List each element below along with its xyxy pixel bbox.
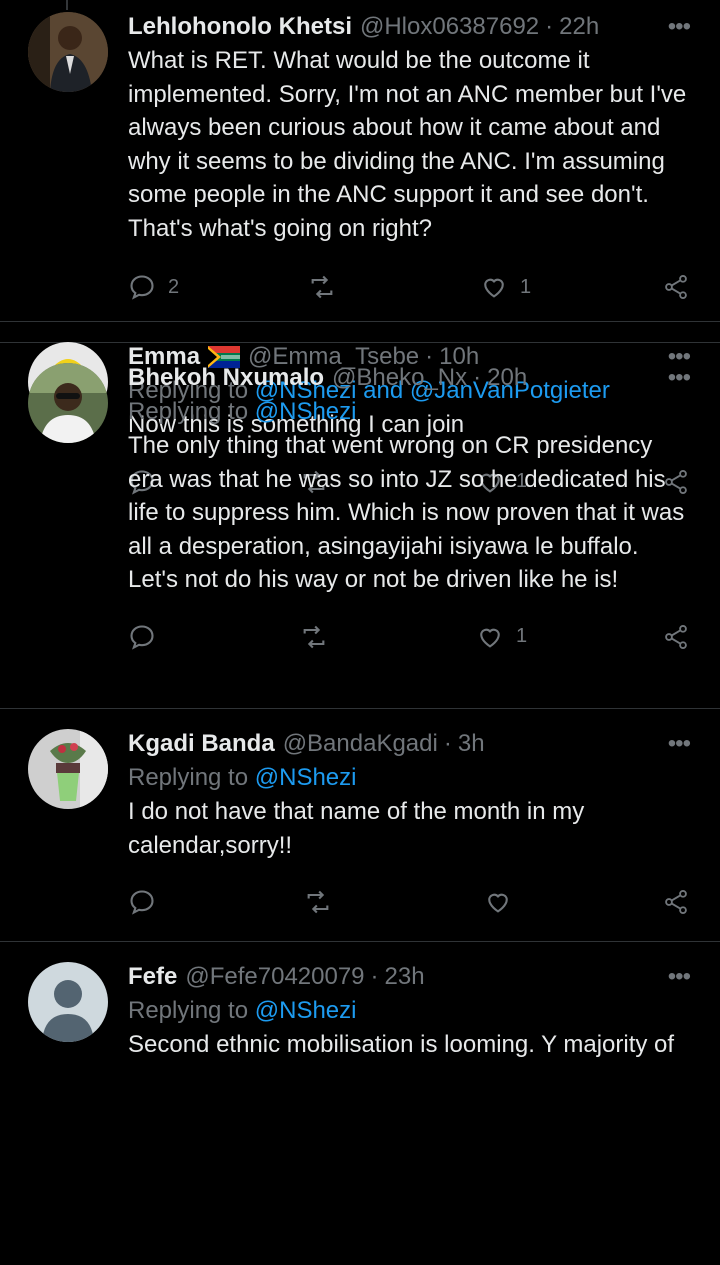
avatar[interactable] [28, 962, 108, 1042]
tweet[interactable]: Fefe @Fefe70420079 · 23h ••• Replying to… [0, 942, 720, 1086]
tweet[interactable]: Kgadi Banda @BandaKgadi · 3h ••• Replyin… [0, 709, 720, 942]
default-avatar-icon [28, 962, 108, 1042]
reply-button[interactable] [128, 888, 156, 916]
replying-to: Replying to @NShezi [128, 996, 692, 1026]
like-button[interactable]: 1 [476, 623, 527, 651]
retweet-button[interactable] [300, 623, 328, 651]
tweet-text: The only thing that went wrong on CR pre… [128, 432, 685, 593]
like-button[interactable] [484, 888, 512, 916]
replying-to-label: Replying to [128, 997, 255, 1024]
action-bar [128, 882, 692, 922]
tweet-text: I do not have that name of the month in … [128, 798, 585, 859]
reply-icon [130, 624, 154, 650]
like-count: 1 [516, 625, 528, 647]
tweet-header: Bhekoh Nxumalo @Bheko_Nx · 20h [128, 363, 692, 393]
mention-link[interactable]: @NShezi [255, 997, 357, 1024]
separator-dot: · [473, 364, 482, 391]
reply-button[interactable] [128, 623, 156, 651]
like-icon [480, 628, 500, 648]
separator-dot: · [370, 963, 379, 990]
reply-feed: Lehlohonolo Khetsi @Hlox06387692 · 22h •… [0, 0, 720, 1086]
retweet-icon [303, 625, 325, 648]
replying-to: Replying to @NShezi [128, 397, 692, 427]
timestamp[interactable]: 20h [487, 363, 527, 393]
share-button[interactable] [662, 888, 690, 916]
mention-link[interactable]: @NShezi [255, 764, 357, 791]
share-button[interactable] [662, 623, 690, 651]
display-name[interactable]: Kgadi Banda [128, 729, 275, 759]
tweet-text: Second ethnic mobilisation is looming. Y… [128, 1031, 675, 1058]
replying-to: Replying to @NShezi [128, 763, 692, 793]
more-icon[interactable]: ••• [668, 363, 691, 393]
share-icon [665, 889, 687, 915]
user-handle[interactable]: @Bheko_Nx [332, 363, 467, 393]
avatar[interactable] [28, 363, 108, 443]
tweet-content: Kgadi Banda @BandaKgadi · 3h ••• Replyin… [128, 729, 720, 941]
tweet[interactable]: Emma @Emma_Tsebe · 10h ••• Replying to @… [0, 0, 720, 495]
more-icon[interactable]: ••• [668, 729, 691, 759]
retweet-icon [307, 890, 329, 914]
avatar-photo-icon [28, 363, 108, 443]
tweet-content: Fefe @Fefe70420079 · 23h ••• Replying to… [128, 962, 720, 1086]
tweet-content: Bhekoh Nxumalo @Bheko_Nx · 20h ••• Reply… [128, 363, 720, 708]
more-icon[interactable]: ••• [668, 962, 691, 992]
share-icon [665, 624, 687, 649]
display-name[interactable]: Bhekoh Nxumalo [128, 363, 324, 393]
action-bar: 1 [128, 617, 692, 657]
tweet[interactable]: Bhekoh Nxumalo @Bheko_Nx · 20h ••• Reply… [0, 343, 720, 709]
user-handle[interactable]: @BandaKgadi [283, 729, 438, 759]
reply-icon [130, 890, 154, 915]
avatar-photo-icon [28, 729, 108, 809]
replying-to-label: Replying to [128, 398, 255, 425]
retweet-button[interactable] [304, 888, 332, 916]
tweet-header: Kgadi Banda @BandaKgadi · 3h [128, 729, 692, 759]
separator-dot: · [443, 730, 452, 757]
timestamp[interactable]: 23h [385, 962, 425, 992]
avatar[interactable] [28, 729, 108, 809]
mention-link[interactable]: @NShezi [255, 398, 357, 425]
display-name[interactable]: Fefe [128, 962, 177, 992]
like-icon [488, 893, 508, 913]
replying-to-label: Replying to [128, 764, 255, 791]
timestamp[interactable]: 3h [458, 729, 485, 759]
user-handle[interactable]: @Fefe70420079 [185, 962, 364, 992]
tweet-header: Fefe @Fefe70420079 · 23h [128, 962, 692, 992]
